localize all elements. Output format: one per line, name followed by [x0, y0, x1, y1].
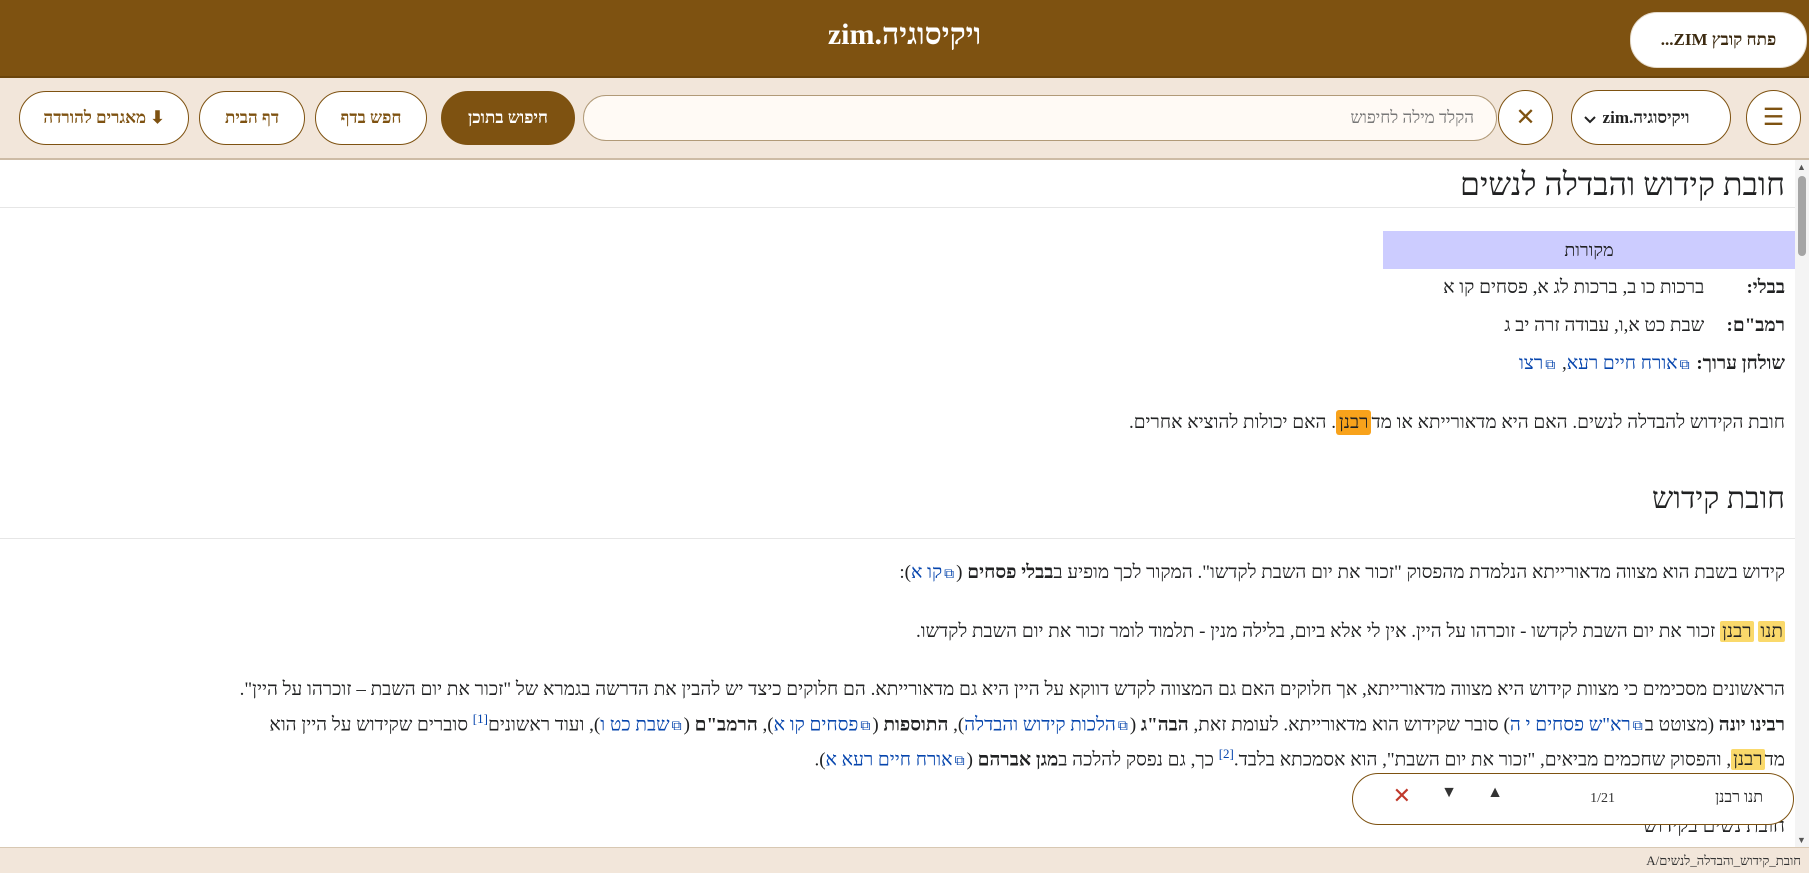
vertical-scrollbar[interactable]: ▲ ▼ — [1795, 160, 1809, 847]
toolbar: ☰ ויקיסוגיה.zim ✕ חיפוש בתוכן חפש בדף דף… — [0, 78, 1809, 160]
p3-text: , והפסוק שחכמים מביאים, "זכור את יום השב… — [1233, 749, 1732, 771]
rambam-value: שבת כט א,ו, עבודה זרה יב ג — [1504, 315, 1705, 336]
link-shabbat[interactable]: שבת כט ו — [600, 714, 669, 735]
rambam-label: רמב"ם: — [1726, 315, 1785, 336]
p3-text: מד — [1764, 749, 1785, 771]
external-link-icon: ⧉ — [671, 719, 682, 735]
footnote-ref-2[interactable]: [2] — [1219, 746, 1234, 761]
p1-paren-open: ( — [956, 562, 968, 583]
link-orach-chaim-271[interactable]: אורח חיים רעא — [1567, 353, 1678, 374]
sources-row-rambam: רמב"ם: שבת כט א,ו, עבודה זרה יב ג — [1504, 315, 1785, 337]
paragraph-3-line-2: רבינו יונה (מצוטט ב⧉רא"ש פסחים י ה) סובר… — [269, 711, 1785, 736]
find-close-button[interactable]: ✕ — [1393, 783, 1411, 809]
section-divider — [0, 538, 1795, 539]
scrollbar-thumb[interactable] — [1798, 176, 1806, 256]
p3-text: כך, גם נפסק להלכה ב — [1058, 749, 1219, 771]
search-match: רבנן — [1731, 749, 1765, 771]
shulchan-aruch-label: שולחן ערוך: — [1696, 353, 1785, 374]
open-zim-file-button[interactable]: פתח קובץ ZIM... — [1630, 12, 1807, 68]
bavli-value: ברכות כו ב, ברכות לג א, פסחים קו א — [1443, 277, 1705, 298]
search-match: רבנן — [1720, 621, 1754, 642]
link-rosh-pesachim[interactable]: רא"ש פסחים י ה — [1510, 714, 1631, 735]
hamburger-icon: ☰ — [1762, 105, 1785, 131]
intro-text-1: חובת הקידוש להבדלה לנשים. האם היא מדאורי… — [1371, 412, 1785, 433]
clear-search-button[interactable]: ✕ — [1498, 90, 1553, 145]
p3-text: ( — [872, 714, 884, 736]
home-button[interactable]: דף הבית — [199, 91, 305, 145]
find-previous-button[interactable]: ▲ — [1487, 784, 1503, 802]
bold-bahag: הבה"ג — [1140, 714, 1189, 736]
external-link-icon: ⧉ — [1632, 719, 1643, 735]
external-link-icon: ⧉ — [1545, 358, 1556, 373]
p3-text: ), — [757, 714, 774, 736]
find-in-page-button[interactable]: חפש בדף — [315, 91, 427, 145]
title-divider — [0, 207, 1795, 208]
p3-text: ) סובר שקידוש הוא מדאורייתא. לעומת זאת, — [1188, 714, 1510, 736]
paragraph-3-line-1: הראשונים מסכימים כי מצוות קידוש היא מצוו… — [239, 679, 1785, 700]
scroll-down-icon[interactable]: ▼ — [1797, 835, 1806, 845]
sources-row-shulchan-aruch: שולחן ערוך: ⧉אורח חיים רעא, ⧉רצו — [1519, 353, 1785, 375]
link-pesachim[interactable]: פסחים קו א — [774, 714, 859, 735]
p3-text: סוברים שקידוש על היין הוא — [269, 714, 473, 736]
app-title: ויקיסוגיה.zim — [827, 18, 982, 51]
sources-row-bavli: בבלי: ברכות כו ב, ברכות לג א, פסחים קו א — [1443, 277, 1785, 299]
link-orach-chaim-271a[interactable]: אורח חיים רעא א — [826, 749, 953, 770]
search-content-button[interactable]: חיפוש בתוכן — [441, 91, 575, 145]
chevron-down-icon — [1584, 110, 1596, 130]
intro-paragraph: חובת הקידוש להבדלה לנשים. האם היא מדאורי… — [1128, 410, 1785, 435]
section-heading-kiddush: חובת קידוש — [1652, 482, 1785, 515]
scroll-up-icon[interactable]: ▲ — [1797, 162, 1806, 172]
intro-text-2: . האם יכולות להוציא אחרים. — [1128, 412, 1336, 433]
external-link-icon: ⧉ — [1679, 358, 1690, 373]
p1-bold: בבלי פסחים — [967, 562, 1054, 583]
search-match-current: רבנן — [1335, 410, 1372, 435]
p2-text: זכור את יום השבת לקדשו - זוכרהו על היין.… — [915, 621, 1721, 642]
p3-text: ( — [966, 749, 978, 771]
p3-text: ), — [948, 714, 965, 736]
sources-separator: , — [1557, 353, 1567, 374]
app-header: ויקיסוגיה.zim פתח קובץ ZIM... — [0, 0, 1809, 78]
link-pesachim-106a[interactable]: קו א — [911, 562, 942, 583]
close-icon: ✕ — [1515, 105, 1536, 131]
status-url: A/חובת_קידוש_והבדלה_לנשים — [1646, 853, 1801, 868]
article-content: חובת קידוש והבדלה לנשים מקורות בבלי: ברכ… — [0, 160, 1795, 847]
p3-text: ( — [1129, 714, 1141, 736]
p3-text: ( — [683, 714, 695, 736]
find-match-count: 1/21 — [1590, 791, 1615, 806]
menu-button[interactable]: ☰ — [1746, 90, 1801, 145]
p1-text: קידוש בשבת הוא מצווה מדאורייתא הנלמדת מה… — [1053, 562, 1785, 583]
external-link-icon: ⧉ — [1117, 719, 1128, 735]
p3-text: (מצוטט ב — [1644, 714, 1719, 736]
page-title: חובת קידוש והבדלה לנשים — [1460, 166, 1785, 202]
library-select-value: ויקיסוגיה.zim — [1602, 107, 1690, 127]
link-hilchot-kiddush[interactable]: הלכות קידוש והבדלה — [964, 714, 1116, 735]
sources-box-header: מקורות — [1383, 231, 1795, 269]
bold-magen-avraham: מגן אברהם — [977, 749, 1059, 771]
find-next-button[interactable]: ▼ — [1441, 784, 1457, 802]
p3-text: ), ועוד ראשונים — [487, 714, 601, 736]
status-bar: A/חובת_קידוש_והבדלה_לנשים — [0, 847, 1809, 873]
link-296[interactable]: רצו — [1519, 353, 1543, 374]
p3-text: ). — [814, 749, 826, 771]
external-link-icon: ⧉ — [954, 754, 965, 770]
find-query-text[interactable]: תנו רבנן — [1715, 789, 1763, 807]
find-in-page-bar: תנו רבנן 1/21 ▲ ▼ ✕ — [1352, 773, 1794, 825]
bold-tosafot: התוספות — [883, 714, 949, 736]
p1-paren-close: ): — [899, 562, 911, 583]
external-link-icon: ⧉ — [860, 719, 871, 735]
bavli-label: בבלי: — [1746, 277, 1785, 298]
search-input[interactable] — [583, 95, 1497, 141]
library-select[interactable]: ויקיסוגיה.zim — [1571, 90, 1731, 145]
footnote-ref-1[interactable]: [1] — [473, 711, 488, 726]
download-libraries-button[interactable]: ⬇ מאגרים להורדה — [19, 91, 189, 145]
paragraph-1: קידוש בשבת הוא מצווה מדאורייתא הנלמדת מה… — [899, 562, 1785, 584]
search-match: תנו — [1758, 621, 1785, 642]
external-link-icon: ⧉ — [944, 567, 955, 582]
bold-rambam: הרמב"ם — [694, 714, 758, 736]
bold-rabbeinu-yonah: רבינו יונה — [1718, 714, 1785, 736]
paragraph-3-line-3: מדרבנן, והפסוק שחכמים מביאים, "זכור את י… — [814, 746, 1785, 771]
paragraph-2-quote: תנו רבנן זכור את יום השבת לקדשו - זוכרהו… — [916, 621, 1785, 643]
